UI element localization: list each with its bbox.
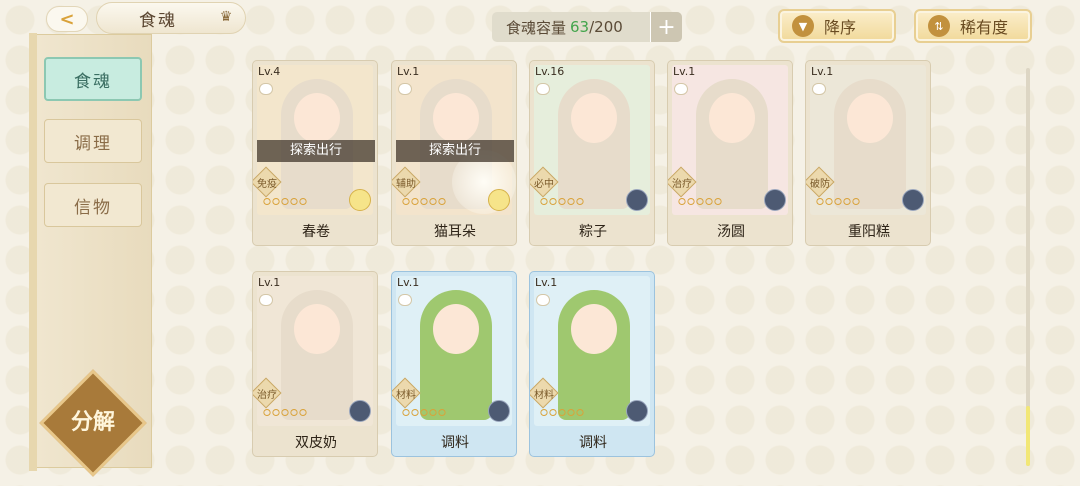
food-soul-card[interactable]: Lv.1 治疗 ⭘⭘⭘⭘⭘ 双皮奶 <box>252 271 378 457</box>
plus-icon: + <box>657 14 676 40</box>
card-name: 猫耳朵 <box>434 224 476 240</box>
character-face <box>847 93 893 143</box>
star-rating: ⭘⭘⭘⭘⭘ <box>816 197 861 208</box>
star-rating: ⭘⭘⭘⭘⭘ <box>540 408 585 419</box>
star-rating: ⭘⭘⭘⭘⭘ <box>402 197 447 208</box>
level-label: Lv.1 <box>673 65 696 78</box>
detail-toggle-icon[interactable] <box>259 83 273 95</box>
element-medal-icon <box>764 189 786 211</box>
level-label: Lv.1 <box>397 65 420 78</box>
food-soul-card[interactable]: Lv.1 破防 ⭘⭘⭘⭘⭘ 重阳糕 <box>805 60 931 246</box>
role-label: 材料 <box>534 390 554 401</box>
element-medal-icon <box>349 400 371 422</box>
back-button[interactable]: < <box>46 6 88 32</box>
level-label: Lv.4 <box>258 65 281 78</box>
capacity-total: /200 <box>589 18 623 36</box>
level-label: Lv.1 <box>811 65 834 78</box>
character-face <box>571 93 617 143</box>
card-name: 粽子 <box>579 224 607 240</box>
element-medal-icon <box>902 189 924 211</box>
sort-order-label: 降序 <box>824 18 857 37</box>
top-bar: < 食魂 ♛ 食魂容量 63 /200 + ▼ 降序 ⇅ 稀有度 <box>0 0 1080 46</box>
card-name: 春卷 <box>302 224 330 240</box>
food-soul-card[interactable]: Lv.4 探索出行免疫 ⭘⭘⭘⭘⭘ 春卷 <box>252 60 378 246</box>
role-label: 破防 <box>810 179 830 190</box>
star-rating: ⭘⭘⭘⭘⭘ <box>263 197 308 208</box>
food-soul-card[interactable]: Lv.1 材料 ⭘⭘⭘⭘⭘ 调料 <box>529 271 655 457</box>
status-banner: 探索出行 <box>257 140 375 162</box>
detail-toggle-icon[interactable] <box>674 83 688 95</box>
sort-down-icon: ▼ <box>792 15 814 37</box>
food-soul-card[interactable]: Lv.1 治疗 ⭘⭘⭘⭘⭘ 汤圆 <box>667 60 793 246</box>
sort-field-label: 稀有度 <box>960 18 1009 37</box>
back-arrow-icon: < <box>59 8 75 30</box>
role-label: 必中 <box>534 179 554 190</box>
level-label: Lv.16 <box>535 65 565 78</box>
sort-toggle-icon: ⇅ <box>928 15 950 37</box>
card-name: 调料 <box>579 435 607 451</box>
detail-toggle-icon[interactable] <box>536 294 550 306</box>
sidebar-item-label: 调理 <box>74 133 112 154</box>
detail-toggle-icon[interactable] <box>536 83 550 95</box>
capacity-current: 63 <box>570 18 590 36</box>
card-name: 双皮奶 <box>295 435 337 451</box>
element-medal-icon <box>488 189 510 211</box>
card-name: 汤圆 <box>717 224 745 240</box>
card-name: 调料 <box>441 435 469 451</box>
status-banner: 探索出行 <box>396 140 514 162</box>
star-rating: ⭘⭘⭘⭘⭘ <box>678 197 723 208</box>
sidebar-item-food-soul[interactable]: 食魂 <box>44 57 142 101</box>
character-face <box>571 304 617 354</box>
character-face <box>433 304 479 354</box>
food-soul-card[interactable]: Lv.1 材料 ⭘⭘⭘⭘⭘ 调料 <box>391 271 517 457</box>
sidebar-item-token[interactable]: 信物 <box>44 183 142 227</box>
role-label: 治疗 <box>257 390 277 401</box>
sidebar-item-label: 食魂 <box>74 71 112 92</box>
add-capacity-button[interactable]: + <box>650 12 682 42</box>
sidebar-item-label: 信物 <box>74 197 112 218</box>
detail-toggle-icon[interactable] <box>259 294 273 306</box>
element-medal-icon <box>626 189 648 211</box>
element-medal-icon <box>626 400 648 422</box>
role-label: 辅助 <box>396 179 416 190</box>
level-label: Lv.1 <box>397 276 420 289</box>
food-soul-card[interactable]: Lv.1 探索出行辅助 ⭘⭘⭘⭘⭘ 猫耳朵 <box>391 60 517 246</box>
element-medal-icon <box>488 400 510 422</box>
capacity-label: 食魂容量 <box>506 18 567 37</box>
level-label: Lv.1 <box>535 276 558 289</box>
detail-toggle-icon[interactable] <box>812 83 826 95</box>
star-rating: ⭘⭘⭘⭘⭘ <box>263 408 308 419</box>
decompose-label: 分解 <box>70 410 115 435</box>
sidebar: 食魂 调理 信物 分解 <box>29 33 152 477</box>
role-label: 材料 <box>396 390 416 401</box>
character-face <box>294 93 340 143</box>
character-face <box>294 304 340 354</box>
detail-toggle-icon[interactable] <box>398 83 412 95</box>
star-rating: ⭘⭘⭘⭘⭘ <box>540 197 585 208</box>
food-soul-card[interactable]: Lv.16 必中 ⭘⭘⭘⭘⭘ 粽子 <box>529 60 655 246</box>
level-label: Lv.1 <box>258 276 281 289</box>
sort-field-button[interactable]: ⇅ 稀有度 <box>914 9 1032 43</box>
role-label: 治疗 <box>672 179 692 190</box>
sidebar-item-conditioning[interactable]: 调理 <box>44 119 142 163</box>
crown-icon: ♛ <box>219 9 233 25</box>
card-name: 重阳糕 <box>848 224 890 240</box>
scrollbar[interactable] <box>1026 68 1030 466</box>
page-title: 食魂 <box>139 10 177 31</box>
sort-order-button[interactable]: ▼ 降序 <box>778 9 896 43</box>
star-rating: ⭘⭘⭘⭘⭘ <box>402 408 447 419</box>
character-face <box>709 93 755 143</box>
detail-toggle-icon[interactable] <box>398 294 412 306</box>
character-face <box>433 93 479 143</box>
element-medal-icon <box>349 189 371 211</box>
scrollbar-thumb[interactable] <box>1026 406 1030 466</box>
role-label: 免疫 <box>257 179 277 190</box>
capacity-box: 食魂容量 63 /200 + <box>492 12 682 42</box>
